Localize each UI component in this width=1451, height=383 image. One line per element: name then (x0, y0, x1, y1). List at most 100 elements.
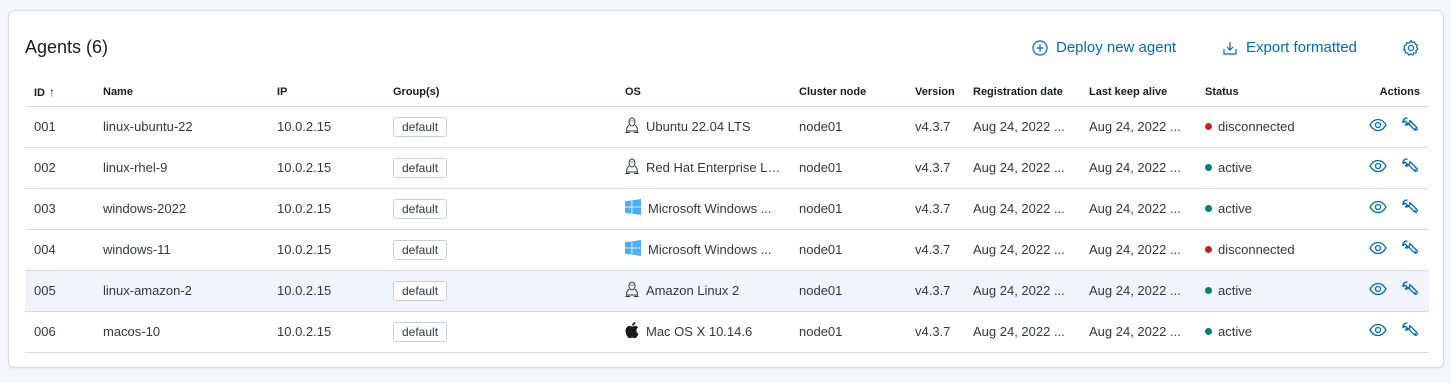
deploy-new-agent-label: Deploy new agent (1056, 39, 1177, 56)
eye-icon (1369, 159, 1387, 173)
cell-last-keep-alive: Aug 24, 2022 ... (1080, 229, 1196, 271)
sort-asc-icon: ↑ (49, 85, 55, 100)
col-ip[interactable]: IP (268, 79, 384, 107)
cell-cluster-node: node01 (790, 147, 906, 189)
table-row[interactable]: 001 linux-ubuntu-22 10.0.2.15 default Ubuntu… (25, 106, 1429, 148)
cell-id: 001 (25, 106, 94, 148)
status-dot-icon (1205, 328, 1212, 336)
configure-agent-button[interactable] (1401, 157, 1418, 178)
deploy-new-agent-button[interactable]: Deploy new agent (1032, 39, 1176, 56)
cell-id: 005 (25, 270, 94, 312)
export-icon (1223, 41, 1237, 55)
status-dot-icon (1205, 123, 1212, 131)
cell-id: 006 (25, 311, 94, 353)
os-label: Mac OS X 10.14.6 (646, 324, 753, 339)
group-badge[interactable]: default (393, 280, 448, 301)
cell-last-keep-alive: Aug 24, 2022 ... (1080, 147, 1196, 189)
view-details-button[interactable] (1369, 200, 1387, 217)
group-badge[interactable]: default (393, 239, 448, 260)
group-badge[interactable]: default (393, 157, 448, 178)
cell-ip: 10.0.2.15 (268, 106, 384, 148)
status-dot-icon (1205, 246, 1212, 254)
linux-tux-icon (625, 281, 639, 300)
cell-os: Mac OS X 10.14.6 (616, 311, 790, 353)
wrench-icon (1402, 116, 1418, 131)
cell-actions (1341, 188, 1429, 230)
os-label: Microsoft Windows ... (648, 201, 772, 216)
status-label: active (1218, 324, 1252, 339)
cell-name: linux-rhel-9 (94, 147, 268, 189)
configure-agent-button[interactable] (1401, 321, 1418, 342)
col-status[interactable]: Status (1196, 79, 1341, 107)
cell-actions (1341, 311, 1429, 353)
cell-groups: default (384, 106, 616, 148)
os-label: Red Hat Enterprise Li... (646, 160, 781, 175)
col-groups[interactable]: Group(s) (384, 79, 616, 107)
table-header-row: ID ↑ Name IP Group(s) OS Cluster node Ver… (25, 79, 1429, 107)
view-details-button[interactable] (1369, 323, 1387, 340)
table-row[interactable]: 006 macos-10 10.0.2.15 default Mac OS X 10.1… (25, 311, 1429, 353)
col-last-keep-alive[interactable]: Last keep alive (1080, 79, 1196, 107)
cell-ip: 10.0.2.15 (268, 188, 384, 230)
cell-name: windows-11 (94, 229, 268, 271)
cell-registration-date: Aug 24, 2022 ... (964, 270, 1080, 312)
table-row[interactable]: 003 windows-2022 10.0.2.15 default Microsoft… (25, 188, 1429, 230)
wrench-icon (1402, 198, 1418, 213)
os-label: Amazon Linux 2 (646, 283, 740, 298)
table-row[interactable]: 005 linux-amazon-2 10.0.2.15 default Amazon … (25, 270, 1429, 312)
eye-icon (1369, 323, 1387, 337)
view-details-button[interactable] (1369, 241, 1387, 258)
cell-actions (1341, 106, 1429, 148)
status-label: active (1218, 201, 1252, 216)
export-formatted-button[interactable]: Export formatted (1222, 39, 1357, 56)
col-version[interactable]: Version (906, 79, 964, 107)
cell-last-keep-alive: Aug 24, 2022 ... (1080, 311, 1196, 353)
status-label: active (1218, 160, 1252, 175)
cell-os: Red Hat Enterprise Li... (616, 147, 790, 189)
group-badge[interactable]: default (393, 116, 448, 137)
cell-groups: default (384, 188, 616, 230)
cell-status: disconnected (1196, 106, 1341, 148)
apple-icon (625, 322, 639, 341)
cell-registration-date: Aug 24, 2022 ... (964, 188, 1080, 230)
col-actions: Actions (1341, 79, 1429, 107)
cell-id: 002 (25, 147, 94, 189)
cell-last-keep-alive: Aug 24, 2022 ... (1080, 106, 1196, 148)
col-name[interactable]: Name (94, 79, 268, 107)
cell-version: v4.3.7 (906, 147, 964, 189)
page-title: Agents (6) (25, 37, 109, 57)
plus-circle-icon (1032, 39, 1048, 56)
group-badge[interactable]: default (393, 198, 448, 219)
table-row[interactable]: 004 windows-11 10.0.2.15 default Microsoft W… (25, 229, 1429, 271)
cell-name: linux-amazon-2 (94, 270, 268, 312)
cell-id: 003 (25, 188, 94, 230)
linux-tux-icon (625, 117, 639, 136)
cell-status: active (1196, 311, 1341, 353)
cell-actions (1341, 147, 1429, 189)
col-os[interactable]: OS (616, 79, 790, 107)
group-badge[interactable]: default (393, 321, 448, 342)
os-label: Microsoft Windows ... (648, 242, 772, 257)
col-id[interactable]: ID ↑ (25, 79, 94, 107)
cell-groups: default (384, 147, 616, 189)
table-row[interactable]: 002 linux-rhel-9 10.0.2.15 default Red Hat E… (25, 147, 1429, 189)
status-dot-icon (1205, 205, 1212, 213)
col-registration-date[interactable]: Registration date (964, 79, 1080, 107)
cell-ip: 10.0.2.15 (268, 229, 384, 271)
cell-name: macos-10 (94, 311, 268, 353)
col-cluster-node[interactable]: Cluster node (790, 79, 906, 107)
configure-agent-button[interactable] (1401, 198, 1418, 219)
configure-agent-button[interactable] (1401, 239, 1418, 260)
eye-icon (1369, 118, 1387, 132)
cell-registration-date: Aug 24, 2022 ... (964, 106, 1080, 148)
configure-agent-button[interactable] (1401, 116, 1418, 137)
agents-panel: Agents (6) Deploy new agent Export forma… (8, 10, 1444, 368)
cell-actions (1341, 229, 1429, 271)
settings-gear-icon[interactable] (1402, 39, 1420, 62)
status-dot-icon (1205, 287, 1212, 295)
view-details-button[interactable] (1369, 282, 1387, 299)
configure-agent-button[interactable] (1401, 280, 1418, 301)
cell-groups: default (384, 311, 616, 353)
view-details-button[interactable] (1369, 118, 1387, 135)
view-details-button[interactable] (1369, 159, 1387, 176)
